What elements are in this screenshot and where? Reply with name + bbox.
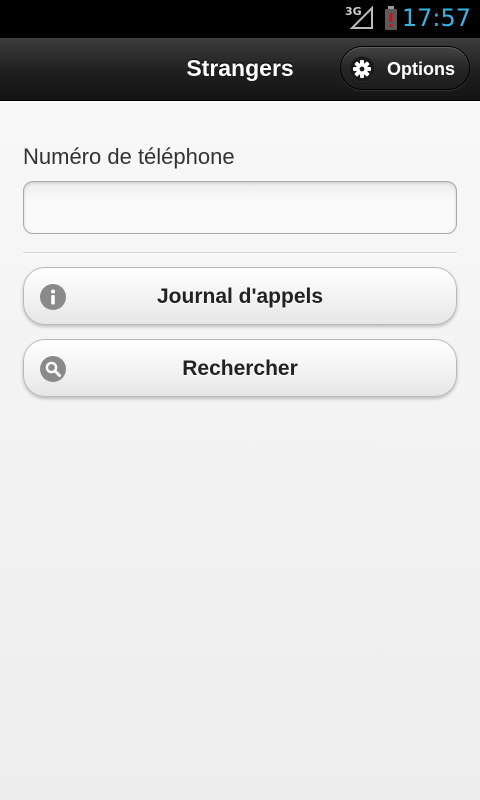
search-label: Rechercher (182, 357, 298, 380)
gear-icon (349, 56, 375, 82)
call-log-button[interactable]: Journal d'appels (23, 267, 457, 325)
phone-number-input[interactable] (23, 181, 457, 234)
divider (23, 252, 457, 254)
battery-alert-icon (385, 6, 397, 30)
action-bar: Strangers Options (0, 38, 480, 101)
call-log-label: Journal d'appels (156, 285, 324, 308)
signal-strength-icon (350, 6, 373, 29)
clock: 17:57 (401, 4, 471, 32)
phone-number-label: Numéro de téléphone (23, 144, 235, 169)
status-bar: 3G 17:57 (0, 0, 480, 38)
main-content: Numéro de téléphone Journal d'appels Rec… (0, 101, 480, 800)
search-button[interactable]: Rechercher (23, 339, 457, 397)
options-button[interactable]: Options (340, 46, 470, 90)
options-label: Options (387, 59, 455, 79)
